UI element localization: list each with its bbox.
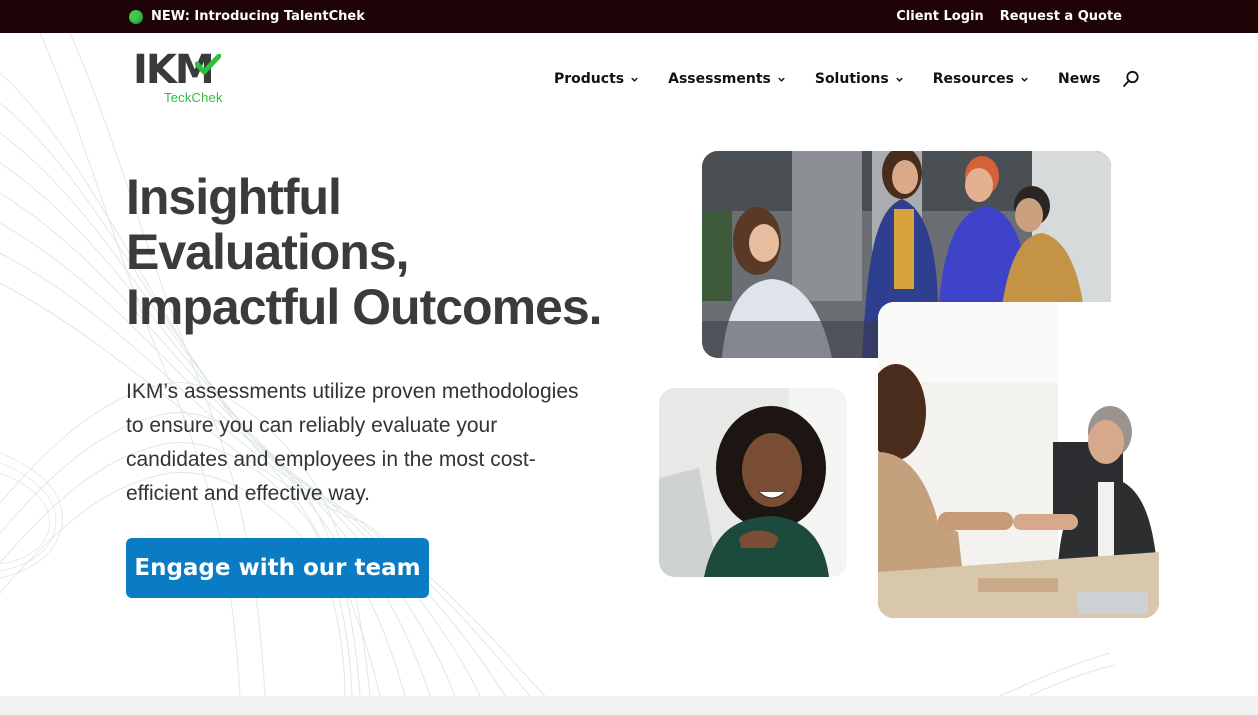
nav-item-news[interactable]: News [1058, 71, 1100, 87]
nav-item-resources[interactable]: Resources [933, 71, 1029, 87]
section-divider [0, 696, 1258, 715]
main-nav: Products Assessments Solutions Resources… [554, 68, 1140, 90]
nav-item-label: Products [554, 71, 625, 87]
hero-title-line: Impactful Outcomes. [126, 279, 603, 335]
client-login-link[interactable]: Client Login [896, 9, 984, 24]
ikm-logo[interactable]: IKM TeckChek [133, 48, 233, 108]
handshake-photo [878, 302, 1159, 618]
engage-team-button[interactable]: Engage with our team [126, 538, 429, 598]
announcement-text: NEW: Introducing TalentChek [151, 9, 365, 24]
nav-item-solutions[interactable]: Solutions [815, 71, 904, 87]
hero-description: IKM’s assessments utilize proven methodo… [126, 380, 579, 505]
announcement-bar: NEW: Introducing TalentChek Client Login… [0, 0, 1258, 33]
top-links: Client Login Request a Quote [896, 0, 1122, 33]
chevron-down-icon [631, 77, 638, 82]
nav-item-label: Assessments [668, 71, 771, 87]
request-quote-link[interactable]: Request a Quote [1000, 9, 1122, 24]
checkmark-icon [195, 54, 221, 75]
chevron-down-icon [896, 77, 903, 82]
logo-subtitle: TeckChek [164, 90, 223, 105]
hero-title-line: Insightful [126, 169, 342, 225]
chevron-down-icon [778, 77, 785, 82]
status-dot-icon [129, 9, 143, 24]
smiling-woman-photo [659, 388, 847, 577]
search-icon[interactable] [1122, 70, 1140, 88]
announcement-link[interactable]: NEW: Introducing TalentChek [129, 0, 365, 33]
nav-item-products[interactable]: Products [554, 71, 639, 87]
nav-item-label: Solutions [814, 71, 889, 87]
nav-item-label: News [1057, 71, 1101, 87]
nav-item-label: Resources [932, 71, 1014, 87]
nav-item-assessments[interactable]: Assessments [668, 71, 786, 87]
chevron-down-icon [1021, 77, 1028, 82]
hero-title: Insightful Evaluations, Impactful Outcom… [126, 170, 646, 335]
hero-title-line: Evaluations, [126, 224, 410, 280]
